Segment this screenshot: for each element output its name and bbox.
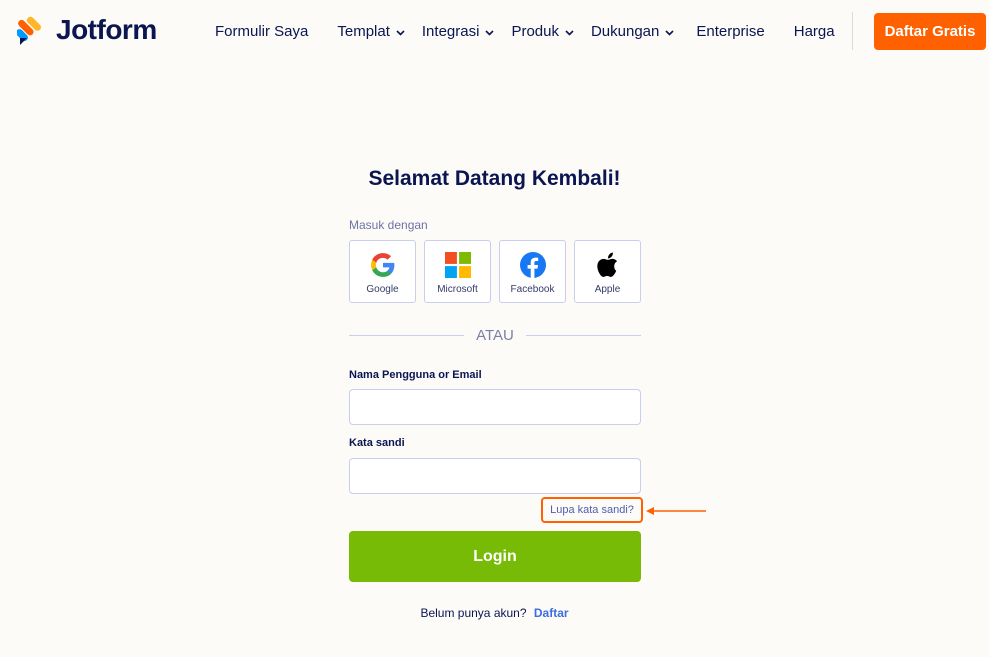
- no-account-text: Belum punya akun?: [420, 606, 527, 620]
- facebook-icon: [519, 252, 546, 278]
- or-divider: ATAU: [349, 326, 641, 346]
- apple-icon: [596, 252, 617, 277]
- username-input[interactable]: [349, 389, 641, 425]
- divider-line: [526, 335, 641, 336]
- nav-item-products[interactable]: Produk: [511, 23, 574, 40]
- nav-item-templates[interactable]: Templat: [337, 23, 405, 40]
- register-prompt: Belum punya akun? Daftar: [0, 606, 989, 620]
- signin-with-label: Masuk dengan: [349, 218, 428, 232]
- chevron-down-icon: [565, 23, 574, 40]
- jotform-logo[interactable]: Jotform: [17, 14, 157, 45]
- nav-item-label: Dukungan: [590, 22, 660, 40]
- jotform-logo-icon: [17, 16, 42, 45]
- nav-divider: [852, 12, 853, 50]
- page-title: Selamat Datang Kembali!: [368, 167, 621, 190]
- nav-item-label: Produk: [511, 22, 559, 40]
- chevron-down-icon: [665, 23, 674, 40]
- nav-item-label: Formulir Saya: [215, 22, 309, 40]
- nav-item-support[interactable]: Dukungan: [591, 23, 674, 40]
- forgot-password-link[interactable]: Lupa kata sandi?: [541, 497, 643, 523]
- username-label: Nama Pengguna or Email: [349, 369, 482, 381]
- main-nav: Formulir Saya Templat Integrasi Produk D…: [215, 21, 835, 41]
- google-icon: [370, 253, 394, 277]
- register-link[interactable]: Daftar: [534, 606, 569, 620]
- chevron-down-icon: [396, 23, 405, 40]
- nav-item-my-forms[interactable]: Formulir Saya: [215, 23, 308, 40]
- social-label: Microsoft: [437, 284, 478, 295]
- login-button[interactable]: Login: [349, 531, 641, 582]
- nav-item-label: Integrasi: [421, 22, 480, 40]
- brand-name: Jotform: [56, 14, 157, 45]
- nav-item-enterprise[interactable]: Enterprise: [696, 23, 764, 40]
- nav-item-pricing[interactable]: Harga: [794, 23, 835, 40]
- nav-item-label: Harga: [793, 22, 835, 40]
- top-header: Jotform Formulir Saya Templat Integrasi …: [0, 0, 989, 62]
- password-label: Kata sandi: [349, 437, 405, 449]
- social-label: Google: [366, 284, 399, 295]
- apple-login-button[interactable]: Apple: [574, 240, 641, 303]
- password-input[interactable]: [349, 458, 641, 494]
- nav-item-integrations[interactable]: Integrasi: [422, 23, 495, 40]
- social-label: Facebook: [510, 284, 555, 295]
- nav-item-label: Enterprise: [696, 22, 765, 40]
- nav-item-label: Templat: [337, 22, 390, 40]
- microsoft-icon: [444, 252, 471, 278]
- social-login-row: Google Microsoft Facebook Apple: [349, 240, 641, 303]
- facebook-login-button[interactable]: Facebook: [499, 240, 566, 303]
- social-label: Apple: [594, 284, 621, 295]
- annotation-arrow-icon: [646, 507, 706, 515]
- microsoft-login-button[interactable]: Microsoft: [424, 240, 491, 303]
- chevron-down-icon: [485, 23, 495, 40]
- signup-button[interactable]: Daftar Gratis: [874, 13, 986, 50]
- google-login-button[interactable]: Google: [349, 240, 416, 303]
